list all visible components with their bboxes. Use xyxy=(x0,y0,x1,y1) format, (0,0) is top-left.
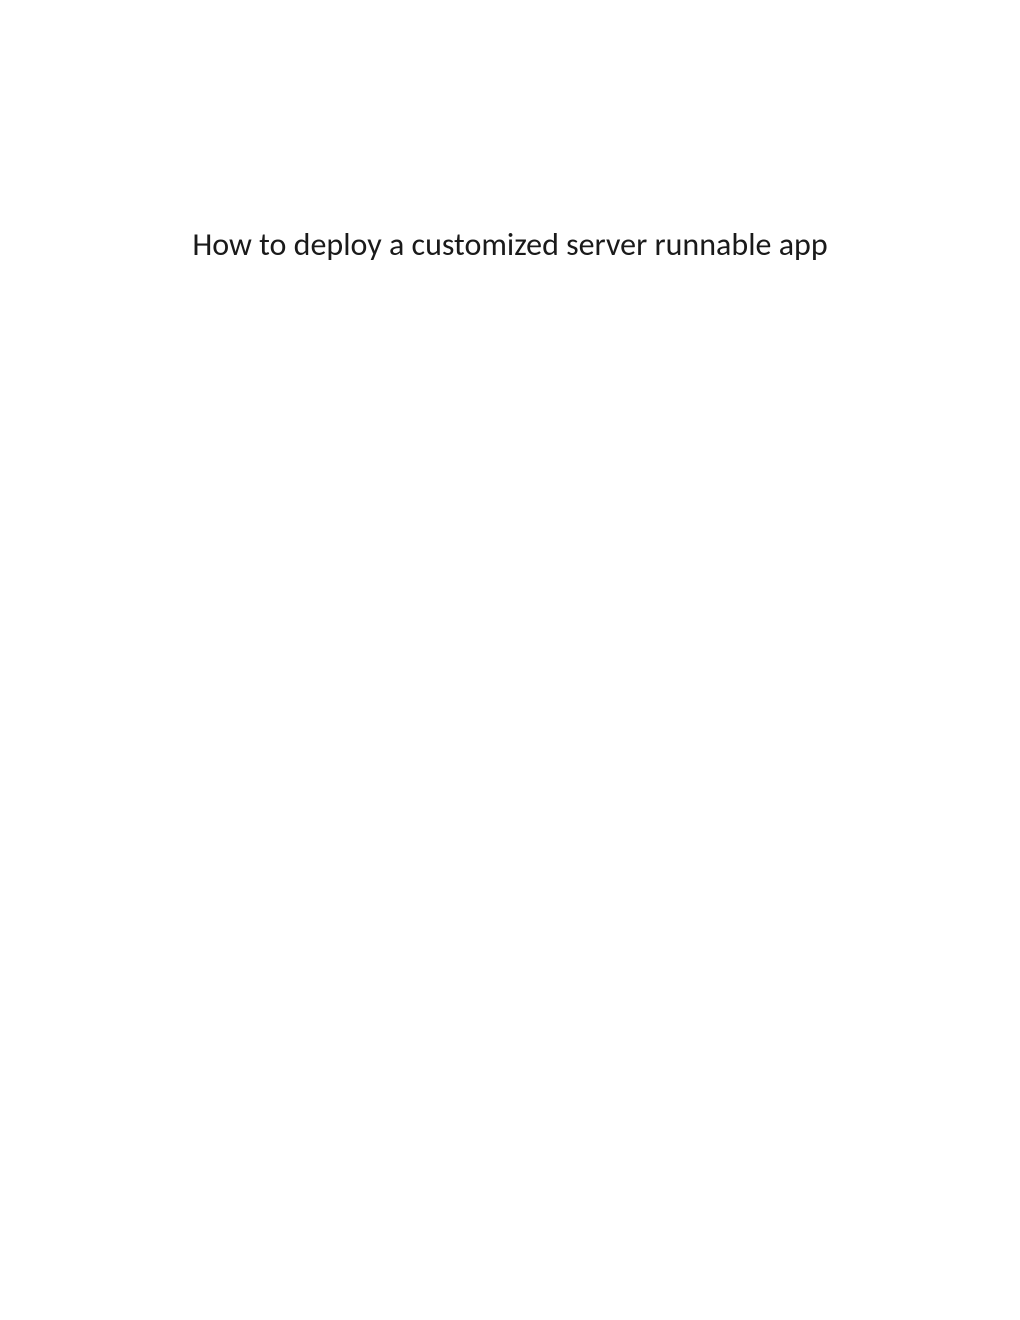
document-page: How to deploy a customized server runnab… xyxy=(0,0,1020,1320)
page-title: How to deploy a customized server runnab… xyxy=(0,0,1020,264)
